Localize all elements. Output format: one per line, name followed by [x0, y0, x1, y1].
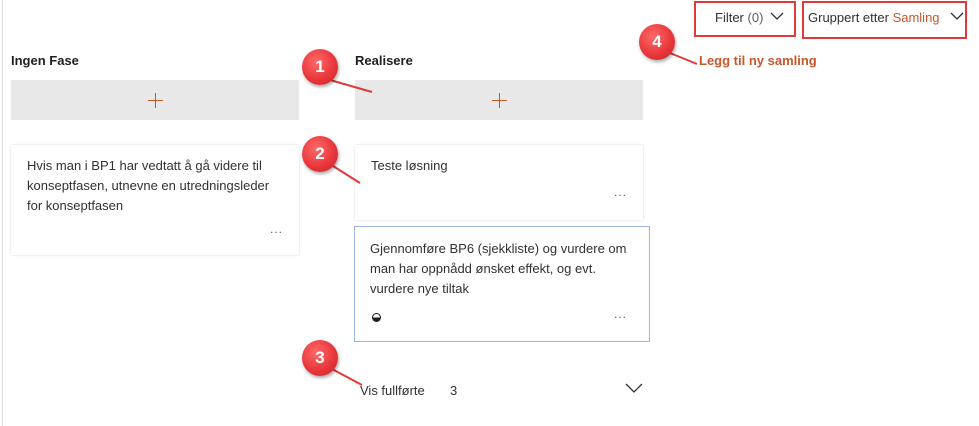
callout-badge-1: 1	[302, 49, 338, 85]
callout-badge-2: 2	[302, 136, 338, 172]
callout-pointer-3	[331, 368, 363, 386]
callout-pointer-4	[669, 52, 698, 65]
callout-badge-3: 3	[302, 340, 338, 376]
callout-pointer-2	[332, 165, 361, 184]
callout-pointers	[329, 52, 698, 386]
callout-badge-4: 4	[639, 24, 675, 60]
callout-pointer-1	[329, 79, 373, 93]
